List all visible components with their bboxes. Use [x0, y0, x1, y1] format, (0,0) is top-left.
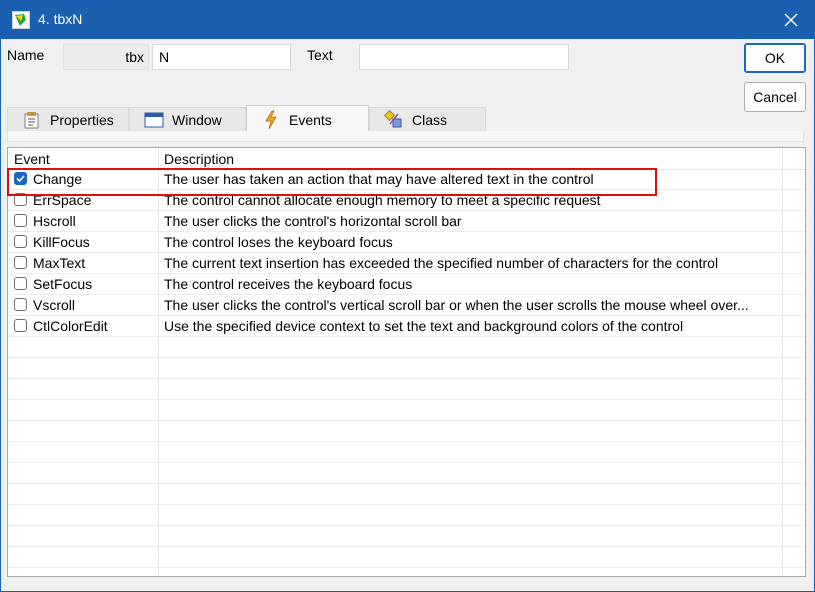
window-icon — [144, 110, 164, 130]
empty-row — [8, 379, 805, 400]
tab-label: Events — [289, 111, 332, 128]
title-bar: 4. tbxN — [1, 1, 814, 39]
empty-row — [8, 547, 805, 568]
text-input[interactable] — [359, 44, 569, 70]
properties-icon — [22, 110, 42, 130]
event-checkbox[interactable] — [14, 298, 27, 311]
dialog-window: 4. tbxN Name tbx N Text OK Cancel Proper… — [0, 0, 815, 592]
column-header-description[interactable]: Description — [164, 151, 234, 167]
ok-button[interactable]: OK — [744, 43, 806, 73]
empty-row — [8, 505, 805, 526]
table-row[interactable]: Vscroll The user clicks the control's ver… — [8, 295, 805, 316]
text-label: Text — [307, 47, 333, 63]
cancel-button[interactable]: Cancel — [744, 82, 806, 112]
tab-panel-strip — [7, 131, 804, 142]
tab-label: Class — [412, 111, 448, 128]
event-name: CtlColorEdit — [33, 318, 108, 334]
name-label: Name — [7, 47, 45, 63]
event-description: The control loses the keyboard focus — [164, 234, 393, 250]
event-name: MaxText — [33, 255, 86, 271]
lightning-icon — [261, 110, 281, 130]
highlight-box — [7, 168, 657, 196]
event-name: SetFocus — [33, 276, 93, 292]
event-name: KillFocus — [33, 234, 90, 250]
event-name: Vscroll — [33, 297, 76, 313]
tab-properties[interactable]: Properties — [7, 107, 129, 131]
tab-label: Properties — [50, 111, 114, 128]
empty-row — [8, 442, 805, 463]
class-icon — [384, 109, 404, 130]
empty-row — [8, 484, 805, 505]
table-row[interactable]: KillFocus The control loses the keyboard … — [8, 232, 805, 253]
event-description: The control receives the keyboard focus — [164, 276, 413, 292]
close-icon[interactable] — [768, 1, 814, 39]
event-checkbox[interactable] — [14, 235, 27, 248]
event-description: The user clicks the control's horizontal… — [164, 213, 462, 229]
empty-row — [8, 463, 805, 484]
column-header-event[interactable]: Event — [14, 151, 50, 167]
tab-events[interactable]: Events — [246, 105, 369, 133]
event-description: Use the specified device context to set … — [164, 318, 684, 334]
event-checkbox[interactable] — [14, 277, 27, 290]
table-row[interactable]: Hscroll The user clicks the control's hor… — [8, 211, 805, 232]
event-checkbox[interactable] — [14, 214, 27, 227]
empty-row — [8, 337, 805, 358]
table-row[interactable]: CtlColorEdit Use the specified device con… — [8, 316, 805, 337]
event-description: The user clicks the control's vertical s… — [164, 297, 749, 313]
name-input[interactable]: N — [152, 44, 291, 70]
tab-window[interactable]: Window — [129, 107, 246, 131]
tab-class[interactable]: Class — [369, 107, 486, 131]
tab-label: Window — [172, 111, 222, 128]
event-name: Hscroll — [33, 213, 76, 229]
app-icon — [12, 11, 30, 29]
table-row[interactable]: MaxText The current text insertion has ex… — [8, 253, 805, 274]
empty-row — [8, 358, 805, 379]
empty-row — [8, 400, 805, 421]
empty-row — [8, 421, 805, 442]
window-title: 4. tbxN — [38, 11, 83, 27]
event-description: The current text insertion has exceeded … — [164, 255, 719, 271]
events-grid: Event Description Change The user has tak… — [7, 147, 806, 577]
table-row[interactable]: SetFocus The control receives the keyboar… — [8, 274, 805, 295]
empty-row — [8, 526, 805, 547]
event-checkbox[interactable] — [14, 319, 27, 332]
empty-row — [8, 568, 805, 576]
name-prefix: tbx — [63, 44, 149, 70]
event-checkbox[interactable] — [14, 256, 27, 269]
grid-header: Event Description — [8, 148, 805, 170]
